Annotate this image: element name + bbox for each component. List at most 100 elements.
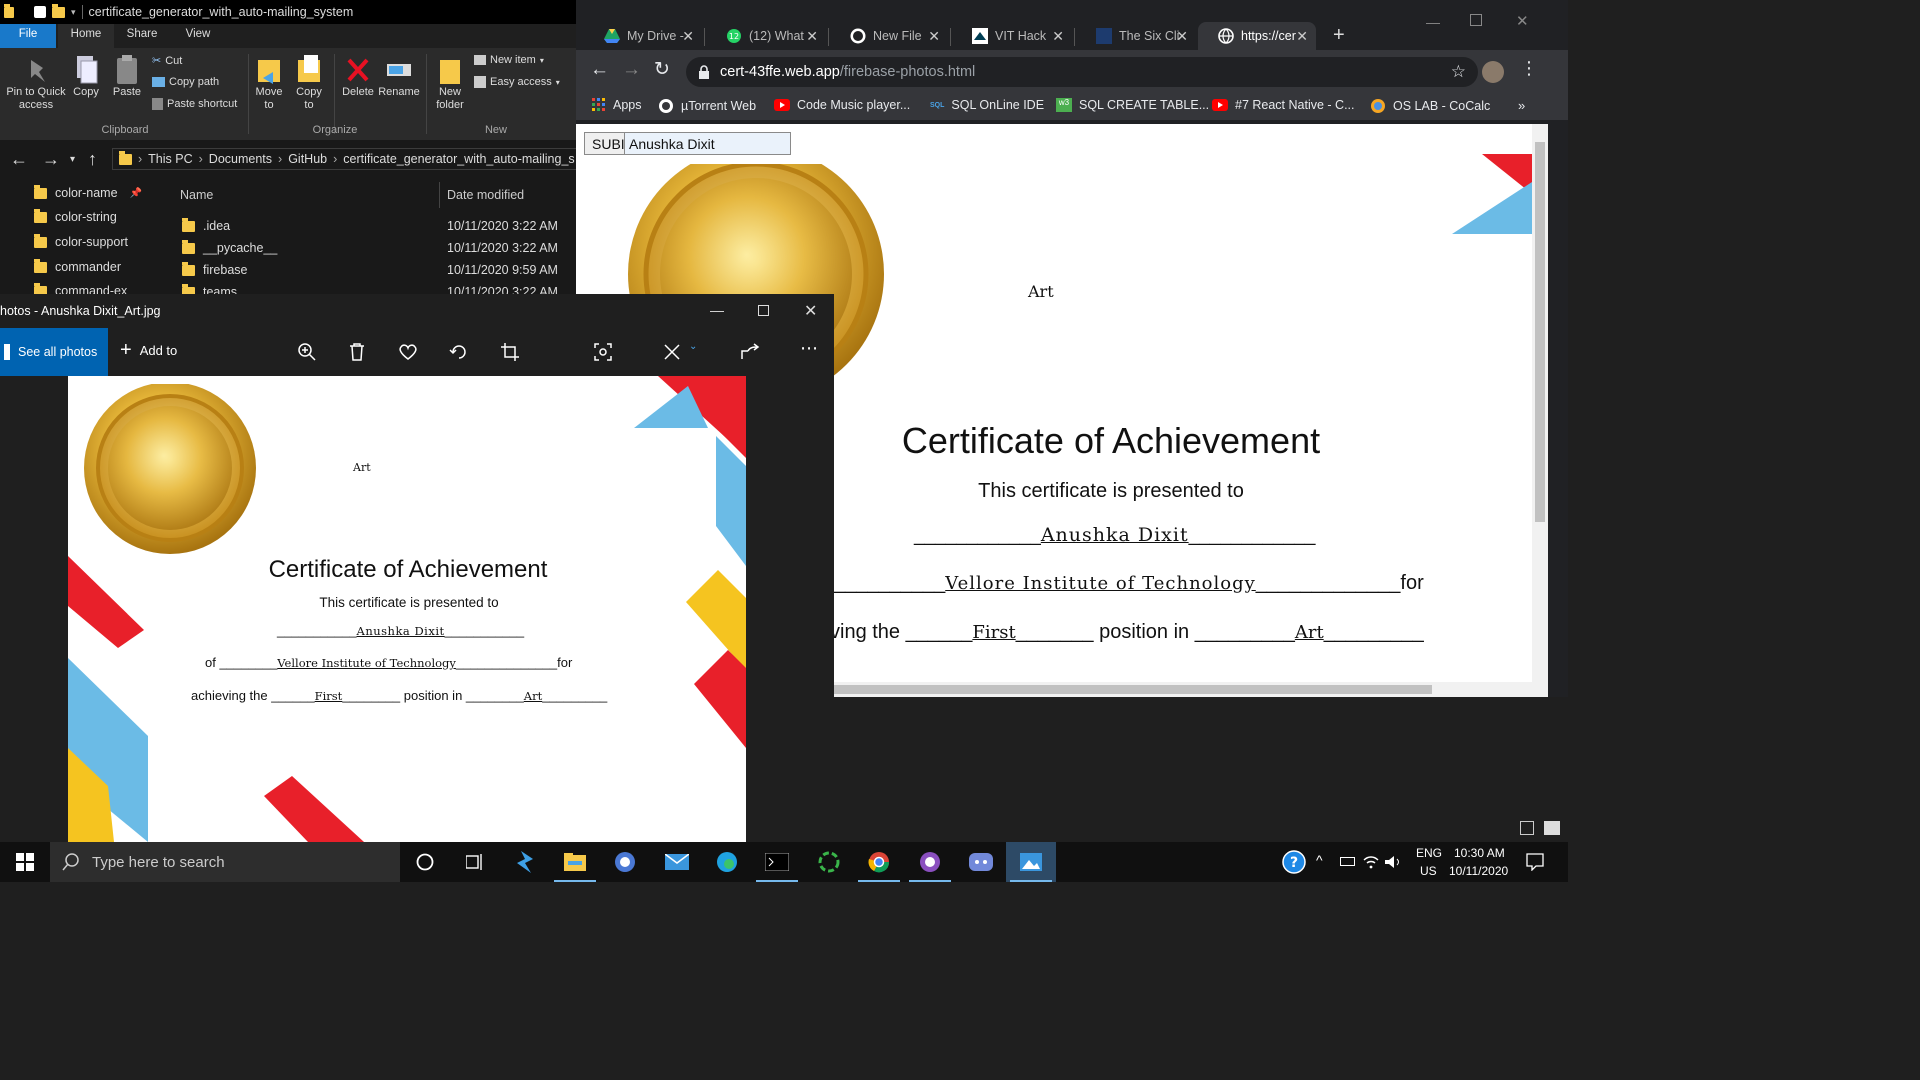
- minimize-button[interactable]: —: [710, 302, 724, 318]
- back-arrow-icon[interactable]: ←: [10, 149, 28, 170]
- back-arrow-icon[interactable]: ←: [590, 59, 609, 81]
- bookmark-os-lab[interactable]: OS LAB - CoCalc: [1370, 98, 1490, 114]
- bookmark-utorrent[interactable]: µTorrent Web: [658, 98, 756, 114]
- bookmark-react-native[interactable]: #7 React Native - C...: [1212, 98, 1355, 112]
- vscode-icon[interactable]: [500, 842, 550, 882]
- edit-draw-icon[interactable]: [662, 342, 682, 362]
- bookmark-apps[interactable]: Apps: [592, 98, 642, 112]
- share-icon[interactable]: [740, 343, 760, 361]
- forward-arrow-icon[interactable]: →: [622, 59, 641, 81]
- breadcrumb-repo[interactable]: certificate_generator_with_auto-mailing_…: [343, 152, 574, 166]
- checkbox-icon[interactable]: [34, 6, 46, 18]
- tab-certificate[interactable]: https://cer ✕: [1198, 22, 1316, 50]
- tab-share[interactable]: Share: [114, 24, 170, 48]
- close-tab-icon[interactable]: ✕: [1296, 28, 1308, 45]
- breadcrumb-this-pc[interactable]: This PC: [148, 152, 192, 166]
- pin-quick-access-button[interactable]: Pin to Quick access: [4, 56, 68, 112]
- help-icon[interactable]: ?: [1282, 850, 1306, 874]
- delete-button[interactable]: Delete: [340, 54, 376, 99]
- file-row[interactable]: __pycache__: [182, 239, 277, 255]
- new-folder-button[interactable]: New folder: [432, 54, 468, 112]
- see-all-photos-button[interactable]: See all photos: [0, 328, 108, 376]
- column-name-header[interactable]: Name: [180, 188, 213, 202]
- close-button[interactable]: ✕: [804, 301, 817, 321]
- nav-item[interactable]: color-string: [34, 208, 117, 224]
- tab-whatsapp[interactable]: 12 (12) What ✕: [706, 22, 826, 50]
- rename-button[interactable]: Rename: [378, 54, 420, 99]
- crop-icon[interactable]: [500, 342, 520, 362]
- maximize-button[interactable]: [1470, 14, 1482, 26]
- star-icon[interactable]: ☆: [1451, 62, 1466, 82]
- paste-shortcut-button[interactable]: Paste shortcut: [152, 98, 237, 110]
- name-input[interactable]: Anushka Dixit: [625, 133, 790, 154]
- bookmark-sql-online[interactable]: SQL SQL OnLine IDE: [930, 98, 1044, 112]
- add-to-button[interactable]: + Add to: [120, 340, 177, 360]
- breadcrumb-github[interactable]: GitHub: [288, 152, 327, 166]
- paste-button[interactable]: Paste: [110, 54, 144, 99]
- breadcrumb-documents[interactable]: Documents: [209, 152, 272, 166]
- vertical-scrollbar[interactable]: [1532, 124, 1548, 682]
- close-tab-icon[interactable]: ✕: [806, 28, 818, 45]
- edge-icon[interactable]: [702, 842, 752, 882]
- more-bookmarks-icon[interactable]: »: [1518, 98, 1525, 113]
- nav-item[interactable]: color-name 📌: [34, 184, 142, 200]
- nav-item[interactable]: color-support: [34, 233, 128, 249]
- notification-icon[interactable]: [1526, 853, 1544, 871]
- photos-app-icon[interactable]: [1006, 842, 1056, 882]
- heart-icon[interactable]: [398, 343, 418, 361]
- file-explorer-icon[interactable]: [550, 842, 600, 882]
- clock-time[interactable]: 10:30 AM: [1454, 846, 1505, 860]
- profile-avatar[interactable]: [1482, 61, 1504, 83]
- tab-home[interactable]: Home: [58, 24, 114, 48]
- bookmark-sql-create[interactable]: w3 SQL CREATE TABLE...: [1056, 98, 1209, 112]
- tab-view[interactable]: View: [170, 24, 226, 48]
- recent-dropdown-icon[interactable]: ▾: [70, 154, 75, 165]
- menu-dots-icon[interactable]: ⋮: [1520, 58, 1538, 79]
- chevron-up-icon[interactable]: ^: [1316, 852, 1323, 868]
- task-view-icon[interactable]: [450, 842, 500, 882]
- close-tab-icon[interactable]: ✕: [682, 28, 694, 45]
- terminal-icon[interactable]: [752, 842, 802, 882]
- submit-button[interactable]: SUBI: [585, 133, 625, 154]
- rotate-icon[interactable]: [449, 342, 469, 362]
- mail-icon[interactable]: [652, 842, 702, 882]
- trash-icon[interactable]: [348, 342, 366, 362]
- tab-github[interactable]: New File ✕: [830, 22, 948, 50]
- desktop-icon[interactable]: [1520, 821, 1534, 835]
- volume-icon[interactable]: [1384, 855, 1402, 869]
- copy-button[interactable]: Copy: [70, 54, 102, 99]
- visual-search-icon[interactable]: [593, 342, 613, 362]
- file-row[interactable]: .idea: [182, 217, 230, 233]
- maximize-button[interactable]: [758, 305, 769, 316]
- forward-arrow-icon[interactable]: →: [42, 149, 60, 170]
- up-arrow-icon[interactable]: ↑: [88, 149, 97, 170]
- dropdown-icon[interactable]: ▾: [71, 7, 76, 18]
- tab-file[interactable]: File: [0, 24, 56, 48]
- bookmark-code-music[interactable]: Code Music player...: [774, 98, 910, 112]
- move-to-button[interactable]: Move to: [254, 54, 284, 112]
- more-options-icon[interactable]: ⋯: [800, 338, 818, 359]
- chrome-icon[interactable]: [854, 842, 904, 882]
- new-tab-button[interactable]: +: [1333, 24, 1345, 47]
- clock-date[interactable]: 10/11/2020: [1449, 864, 1508, 878]
- close-tab-icon[interactable]: ✕: [1052, 28, 1064, 45]
- desktop-icon[interactable]: [1544, 821, 1560, 835]
- breadcrumb[interactable]: › This PC › Documents › GitHub › certifi…: [112, 148, 580, 170]
- minimize-button[interactable]: —: [1426, 14, 1440, 30]
- github-desktop-icon[interactable]: [905, 842, 955, 882]
- new-item-button[interactable]: New item ▾: [474, 54, 544, 66]
- cortana-icon[interactable]: [400, 842, 450, 882]
- language-indicator[interactable]: ENG: [1416, 846, 1442, 860]
- cut-button[interactable]: ✂ Cut: [152, 54, 182, 68]
- windows-start-icon[interactable]: [16, 853, 34, 871]
- tab-six-cli[interactable]: The Six Cli ✕: [1076, 22, 1196, 50]
- taskbar-search[interactable]: Type here to search: [50, 842, 400, 882]
- close-button[interactable]: ✕: [1516, 12, 1529, 30]
- chevron-down-icon[interactable]: ⌄: [689, 341, 697, 352]
- battery-icon[interactable]: [1340, 857, 1355, 866]
- close-tab-icon[interactable]: ✕: [1176, 28, 1188, 45]
- tab-vit-hack[interactable]: VIT Hack ✕: [952, 22, 1072, 50]
- wifi-icon[interactable]: [1363, 855, 1379, 869]
- chromium-icon[interactable]: [600, 842, 650, 882]
- close-tab-icon[interactable]: ✕: [928, 28, 940, 45]
